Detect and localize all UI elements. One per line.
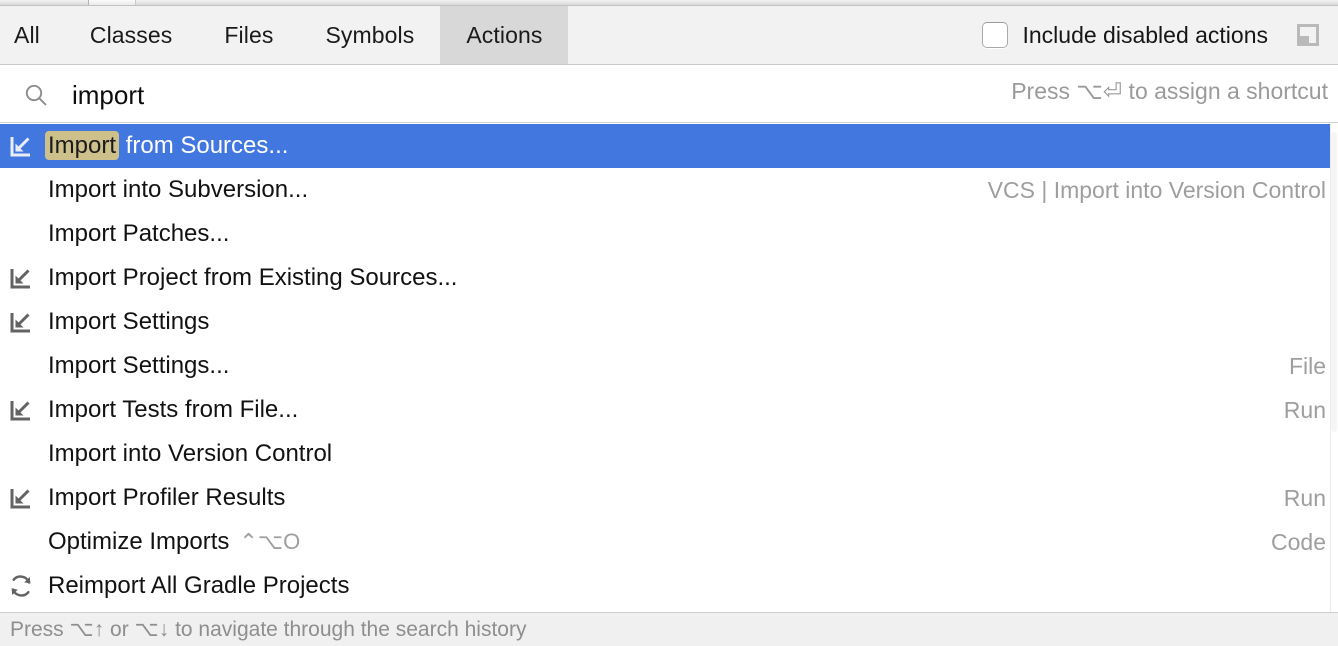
import-arrow-icon xyxy=(8,265,34,291)
tab-classes-label: Classes xyxy=(89,21,173,48)
results-scrollbar[interactable] xyxy=(1330,124,1338,612)
include-disabled-actions-label: Include disabled actions xyxy=(1022,21,1269,48)
result-row-label: Import Settings xyxy=(48,308,210,335)
result-row[interactable]: Import Tests from File... Run xyxy=(0,388,1338,432)
status-bar-text: Press ⌥↑ or ⌥↓ to navigate through the s… xyxy=(10,618,527,641)
result-row-group: Run xyxy=(1283,396,1326,423)
results-list[interactable]: Import from Sources... Import into Subver… xyxy=(0,124,1338,612)
result-row[interactable]: Import Project from Existing Sources... xyxy=(0,256,1338,300)
include-disabled-actions-checkbox[interactable] xyxy=(981,22,1008,48)
result-row-label: Import into Version Control xyxy=(48,440,333,467)
import-arrow-icon xyxy=(8,133,34,159)
import-arrow-icon xyxy=(8,397,34,423)
search-input[interactable] xyxy=(72,77,872,113)
title-strip-divider-right xyxy=(135,0,136,5)
result-row[interactable]: Import Patches... xyxy=(0,212,1338,256)
tab-files-label: Files xyxy=(224,21,274,48)
tab-actions-label: Actions xyxy=(466,21,543,48)
result-row-label: Import Patches... xyxy=(48,220,230,247)
search-hint: Press ⌥⏎ to assign a shortcut xyxy=(1011,78,1328,104)
result-row-label: Import Tests from File... xyxy=(48,396,299,423)
result-row[interactable]: Reimport All Gradle Projects xyxy=(0,564,1338,608)
tab-list: All Classes Files Symbols Actions xyxy=(0,6,569,64)
import-arrow-icon xyxy=(8,485,34,511)
refresh-icon xyxy=(8,573,34,599)
tab-all[interactable]: All xyxy=(0,6,64,64)
title-strip-segment xyxy=(89,0,135,5)
result-row-label: Import from Sources... xyxy=(45,131,288,160)
results-scrollbar-thumb[interactable] xyxy=(1331,132,1337,432)
result-row-label: Import Settings... xyxy=(48,352,230,379)
result-row-label: Optimize Imports xyxy=(48,528,230,555)
result-row-group: VCS | Import into Version Control xyxy=(987,176,1326,203)
result-row-group: File xyxy=(1288,352,1326,379)
tab-bar-options: Include disabled actions xyxy=(981,6,1338,64)
search-everywhere-dialog: All Classes Files Symbols Actions Includ… xyxy=(0,0,1338,646)
result-row[interactable]: Import Settings... File xyxy=(0,344,1338,388)
title-strip-divider-left xyxy=(88,0,89,5)
tab-all-label: All xyxy=(14,21,40,48)
status-bar: Press ⌥↑ or ⌥↓ to navigate through the s… xyxy=(0,612,1338,646)
match-highlight: Import xyxy=(45,131,120,160)
result-row-group: Code xyxy=(1271,528,1326,555)
result-row-label: Import Profiler Results xyxy=(48,484,286,511)
result-row[interactable]: Import Settings xyxy=(0,300,1338,344)
result-row[interactable]: Import into Version Control xyxy=(0,432,1338,476)
result-row-label: Import Project from Existing Sources... xyxy=(48,264,458,291)
import-arrow-icon xyxy=(8,309,34,335)
tool-window-pin-icon[interactable] xyxy=(1296,23,1320,47)
search-row: Press ⌥⏎ to assign a shortcut xyxy=(0,66,1338,123)
result-row[interactable]: Import Profiler Results Run xyxy=(0,476,1338,520)
result-row[interactable]: Import into Subversion... VCS | Import in… xyxy=(0,168,1338,212)
result-row-label: Import into Subversion... xyxy=(48,176,309,203)
result-row-group: Run xyxy=(1283,484,1326,511)
result-row-label: Reimport All Gradle Projects xyxy=(48,572,350,599)
result-row-shortcut: ⌃⌥O xyxy=(239,529,301,554)
tab-classes[interactable]: Classes xyxy=(64,6,199,64)
tab-symbols[interactable]: Symbols xyxy=(299,6,440,64)
tab-actions[interactable]: Actions xyxy=(440,6,569,64)
tab-symbols-label: Symbols xyxy=(325,21,415,48)
result-row[interactable]: Import from Sources... xyxy=(0,124,1338,168)
result-row[interactable]: Optimize Imports ⌃⌥O Code xyxy=(0,520,1338,564)
tab-bar: All Classes Files Symbols Actions Includ… xyxy=(0,6,1338,65)
tab-files[interactable]: Files xyxy=(198,6,299,64)
search-icon xyxy=(24,83,48,107)
